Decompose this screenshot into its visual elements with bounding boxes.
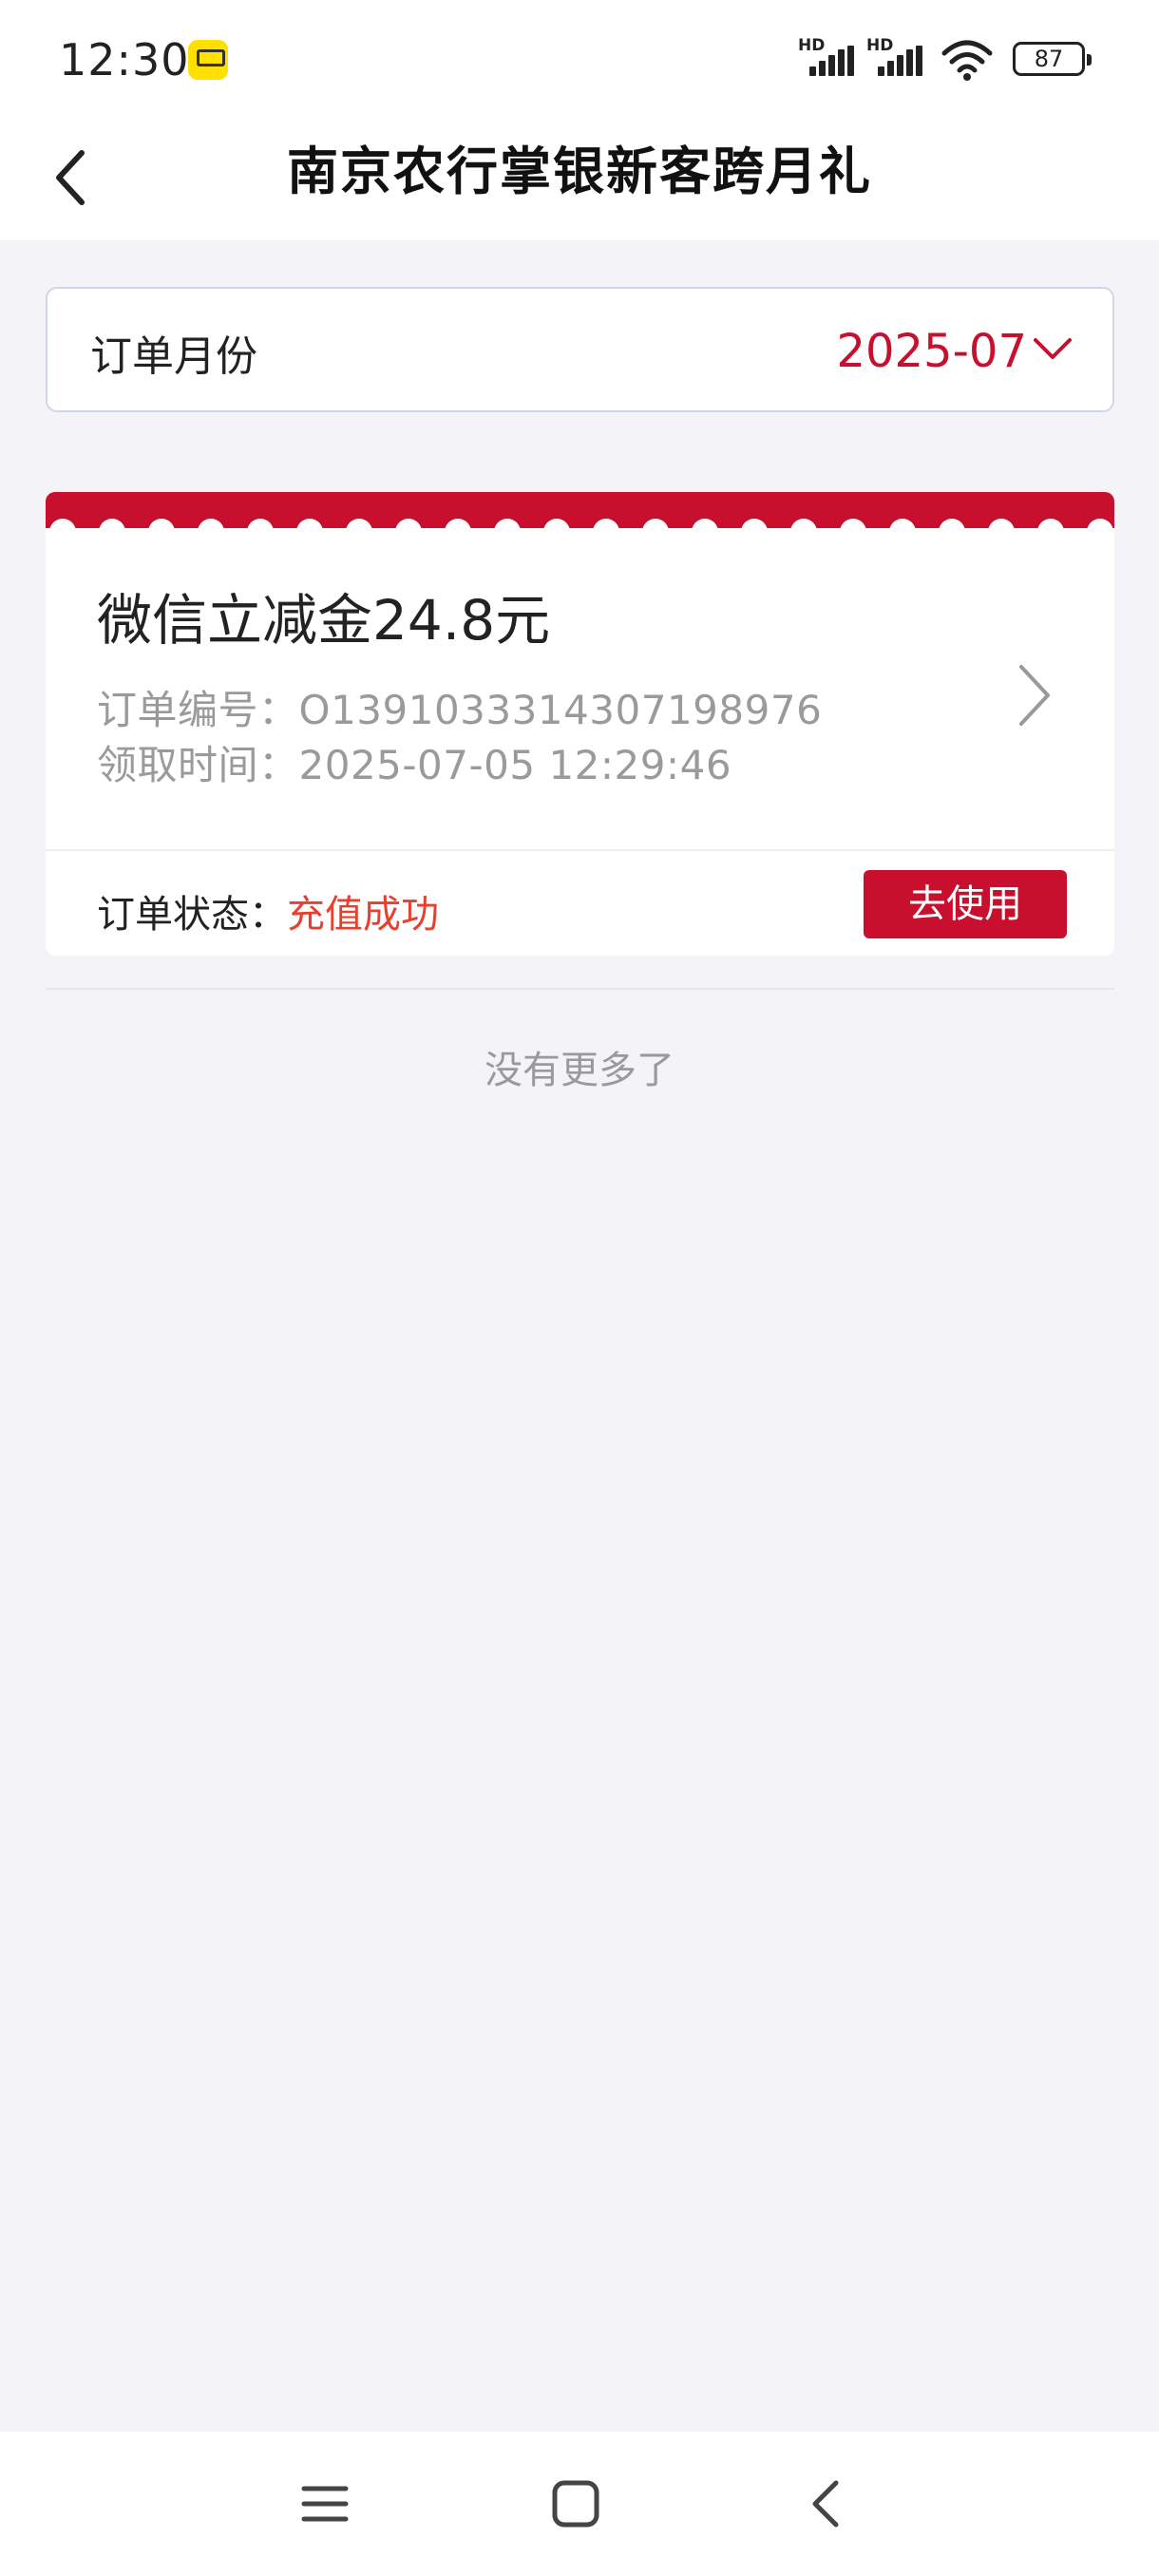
page-title: 南京农行掌银新客跨月礼 xyxy=(287,142,872,201)
month-selector[interactable]: 订单月份 2025-07 xyxy=(46,287,1114,412)
month-label: 订单月份 xyxy=(90,332,257,381)
claim-time-row: 领取时间：2025-07-05 12:29:46 xyxy=(97,733,732,791)
month-value[interactable]: 2025-07 xyxy=(836,325,1027,378)
signal-icon: HD xyxy=(866,36,925,84)
card-divider xyxy=(46,849,1114,851)
home-icon[interactable] xyxy=(547,2475,604,2532)
signal-icon: HD xyxy=(798,36,857,84)
system-nav-bar xyxy=(0,2432,1159,2576)
status-time: 12:30 xyxy=(59,34,190,85)
order-card[interactable]: 微信立减金24.8元 订单编号：O1391033314307198976 领取时… xyxy=(46,492,1114,956)
chevron-right-icon[interactable] xyxy=(1016,663,1054,728)
order-status-label: 订单状态： xyxy=(97,893,287,937)
list-end-text: 没有更多了 xyxy=(484,1049,674,1092)
order-number-value: O1391033314307198976 xyxy=(298,687,823,733)
claim-time-label: 领取时间： xyxy=(97,742,299,788)
ticket-edge-decoration xyxy=(46,492,1114,532)
status-bar: 12:30 HD HD 87 xyxy=(0,0,1159,119)
chevron-down-icon[interactable] xyxy=(1033,334,1073,363)
order-number-label: 订单编号： xyxy=(97,687,299,733)
system-back-icon[interactable] xyxy=(798,2475,855,2532)
order-status-row: 订单状态：充值成功 xyxy=(97,883,439,938)
app-badge-icon xyxy=(188,40,228,80)
order-number-row: 订单编号：O1391033314307198976 xyxy=(97,678,822,736)
back-arrow-icon[interactable] xyxy=(46,142,99,214)
item-title: 微信立减金24.8元 xyxy=(97,588,551,653)
battery-level: 87 xyxy=(1034,46,1064,72)
use-button[interactable]: 去使用 xyxy=(864,870,1067,938)
order-status-value: 充值成功 xyxy=(287,893,439,937)
menu-icon[interactable] xyxy=(296,2475,353,2532)
list-divider xyxy=(46,988,1114,990)
wifi-icon xyxy=(941,40,993,81)
battery-icon: 87 xyxy=(1013,42,1092,76)
header-bar: 南京农行掌银新客跨月礼 xyxy=(0,119,1159,240)
claim-time-value: 2025-07-05 12:29:46 xyxy=(298,742,732,788)
